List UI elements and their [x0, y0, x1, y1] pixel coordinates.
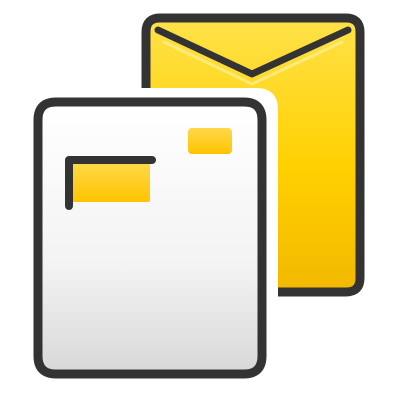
document-stamp: [188, 128, 232, 154]
document-address-label: [72, 162, 150, 202]
icon-canvas: [0, 0, 400, 400]
mail-document-icon: [33, 13, 365, 384]
letter-document-icon: [33, 88, 278, 384]
